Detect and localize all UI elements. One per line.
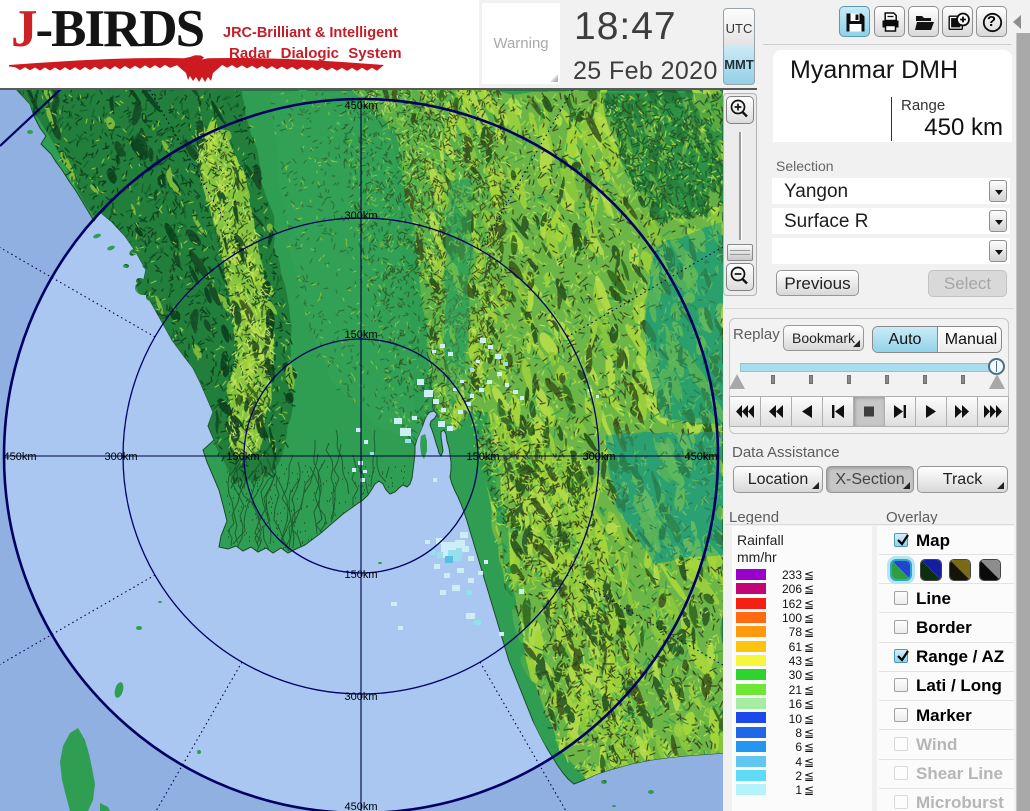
svg-text:150km: 150km [466, 451, 499, 463]
svg-text:300km: 300km [104, 451, 137, 463]
svg-text:450km: 450km [344, 100, 377, 112]
svg-text:150km: 150km [226, 451, 259, 463]
svg-text:150km: 150km [344, 329, 377, 341]
svg-text:300km: 300km [344, 210, 377, 222]
svg-text:450km: 450km [3, 451, 36, 463]
svg-text:300km: 300km [582, 451, 615, 463]
svg-text:450km: 450km [344, 801, 377, 811]
svg-text:150km: 150km [344, 569, 377, 581]
svg-text:450km: 450km [684, 451, 717, 463]
svg-text:300km: 300km [344, 691, 377, 703]
